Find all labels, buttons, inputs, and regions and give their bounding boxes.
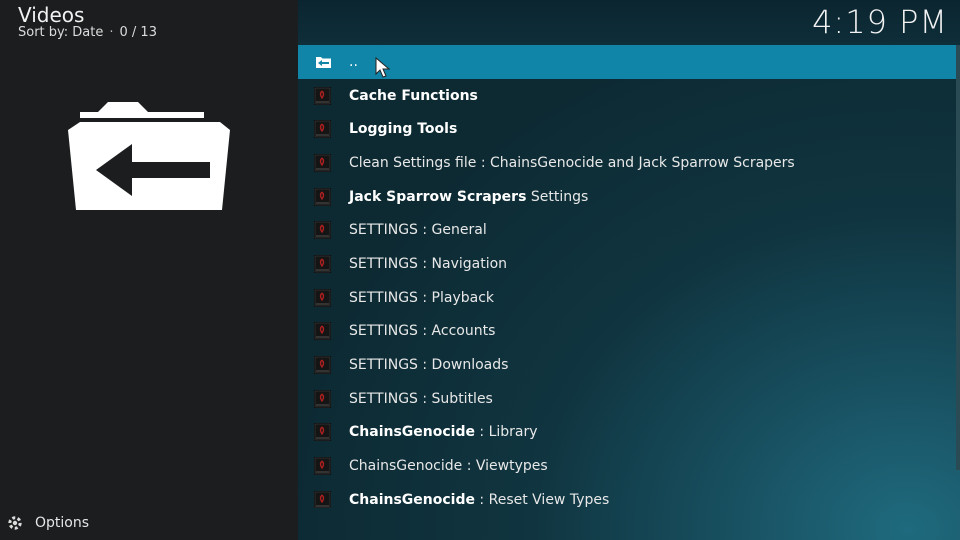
list-item[interactable]: Clean Settings file : ChainsGenocide and…: [298, 146, 956, 180]
list-item[interactable]: ChainsGenocide : Reset View Types: [298, 483, 956, 508]
list-item-label: Logging Tools: [349, 121, 457, 137]
addon-thumbnail-icon: [314, 254, 331, 273]
list-item-label-rest: SETTINGS : Subtitles: [349, 390, 493, 407]
folder-back-icon: [68, 102, 230, 210]
list-item-label: Clean Settings file : ChainsGenocide and…: [349, 155, 795, 171]
item-count: 0 / 13: [119, 25, 157, 40]
clock: 4:19 PM: [812, 3, 948, 41]
list-item-label-bold: Jack Sparrow Scrapers: [349, 188, 527, 205]
addon-thumbnail-icon: [314, 86, 331, 105]
list-item-label-bold: ChainsGenocide: [349, 491, 475, 508]
addon-thumbnail-icon: [314, 423, 331, 442]
list-item[interactable]: SETTINGS : Downloads: [298, 348, 956, 382]
options-label: Options: [35, 515, 90, 531]
list-item-label: Cache Functions: [349, 88, 478, 104]
list-item-label-rest: SETTINGS : Navigation: [349, 255, 508, 272]
list-item[interactable]: ChainsGenocide : Viewtypes: [298, 449, 956, 483]
left-panel: Videos Sort by: Date · 0 / 13 Options: [0, 0, 298, 540]
list-item-label: SETTINGS : Subtitles: [349, 391, 493, 407]
list-item-label-rest: : Library: [474, 424, 538, 441]
list-item-label-bold: Cache Functions: [349, 87, 478, 104]
list-item[interactable]: SETTINGS : Subtitles: [298, 382, 956, 416]
list-item-label-rest: Clean Settings file : ChainsGenocide and…: [349, 154, 795, 171]
list-item-label-rest: ChainsGenocide : Viewtypes: [349, 458, 548, 475]
list-item-label: SETTINGS : Downloads: [349, 357, 508, 373]
list-item-label: ChainsGenocide : Library: [349, 424, 538, 440]
list-item-label: Jack Sparrow Scrapers Settings: [349, 189, 588, 205]
addon-thumbnail-icon: [314, 490, 331, 508]
list-item[interactable]: SETTINGS : General: [298, 213, 956, 247]
list-item-label-rest: SETTINGS : Accounts: [349, 323, 496, 340]
list-item[interactable]: SETTINGS : Navigation: [298, 247, 956, 281]
options-button[interactable]: Options: [6, 512, 89, 534]
list-item-label-rest: SETTINGS : General: [349, 222, 487, 239]
list-item-label-rest: Settings: [526, 188, 589, 205]
list-item-label: SETTINGS : Navigation: [349, 256, 507, 272]
list-item-label-bold: ChainsGenocide: [349, 424, 475, 441]
list-item-label-rest: : Reset View Types: [474, 491, 610, 508]
list-item-label: ChainsGenocide : Reset View Types: [349, 492, 609, 508]
list-item[interactable]: SETTINGS : Accounts: [298, 315, 956, 349]
folder-back-small-icon: [316, 56, 331, 68]
addon-thumbnail-icon: [314, 153, 331, 172]
list-item-parent-folder[interactable]: ..: [298, 45, 956, 79]
mouse-cursor-icon: [375, 57, 391, 78]
list-item[interactable]: Cache Functions: [298, 79, 956, 113]
list-item[interactable]: SETTINGS : Playback: [298, 281, 956, 315]
page-title: Videos: [18, 3, 85, 27]
addon-thumbnail-icon: [314, 221, 331, 240]
addon-thumbnail-icon: [314, 322, 331, 341]
list-item-label: SETTINGS : Accounts: [349, 323, 495, 339]
list-item-label-rest: SETTINGS : Playback: [349, 289, 495, 306]
list-item-label-bold: Logging Tools: [349, 121, 458, 138]
list-item-label: SETTINGS : General: [349, 222, 487, 238]
list-item[interactable]: Jack Sparrow Scrapers Settings: [298, 180, 956, 214]
sort-label: Sort by: Date: [18, 25, 104, 40]
list-item[interactable]: Logging Tools: [298, 112, 956, 146]
addon-thumbnail-icon: [314, 356, 331, 375]
file-list: .. Cache Functions Logging Tools Clean Set…: [298, 45, 956, 508]
gear-icon: [8, 516, 22, 530]
addon-thumbnail-icon: [314, 187, 331, 206]
addon-thumbnail-icon: [314, 457, 331, 476]
addon-thumbnail-icon: [314, 120, 331, 139]
sort-separator: ·: [109, 25, 114, 40]
scrollbar[interactable]: [956, 45, 960, 470]
list-item[interactable]: ChainsGenocide : Library: [298, 416, 956, 450]
addon-thumbnail-icon: [314, 389, 331, 408]
addon-thumbnail-icon: [314, 288, 331, 307]
sort-info: Sort by: Date · 0 / 13: [18, 25, 157, 41]
list-item-label: ..: [349, 53, 358, 70]
list-item-label: SETTINGS : Playback: [349, 290, 494, 306]
list-item-label-rest: SETTINGS : Downloads: [349, 357, 509, 374]
list-item-label: ChainsGenocide : Viewtypes: [349, 458, 548, 474]
